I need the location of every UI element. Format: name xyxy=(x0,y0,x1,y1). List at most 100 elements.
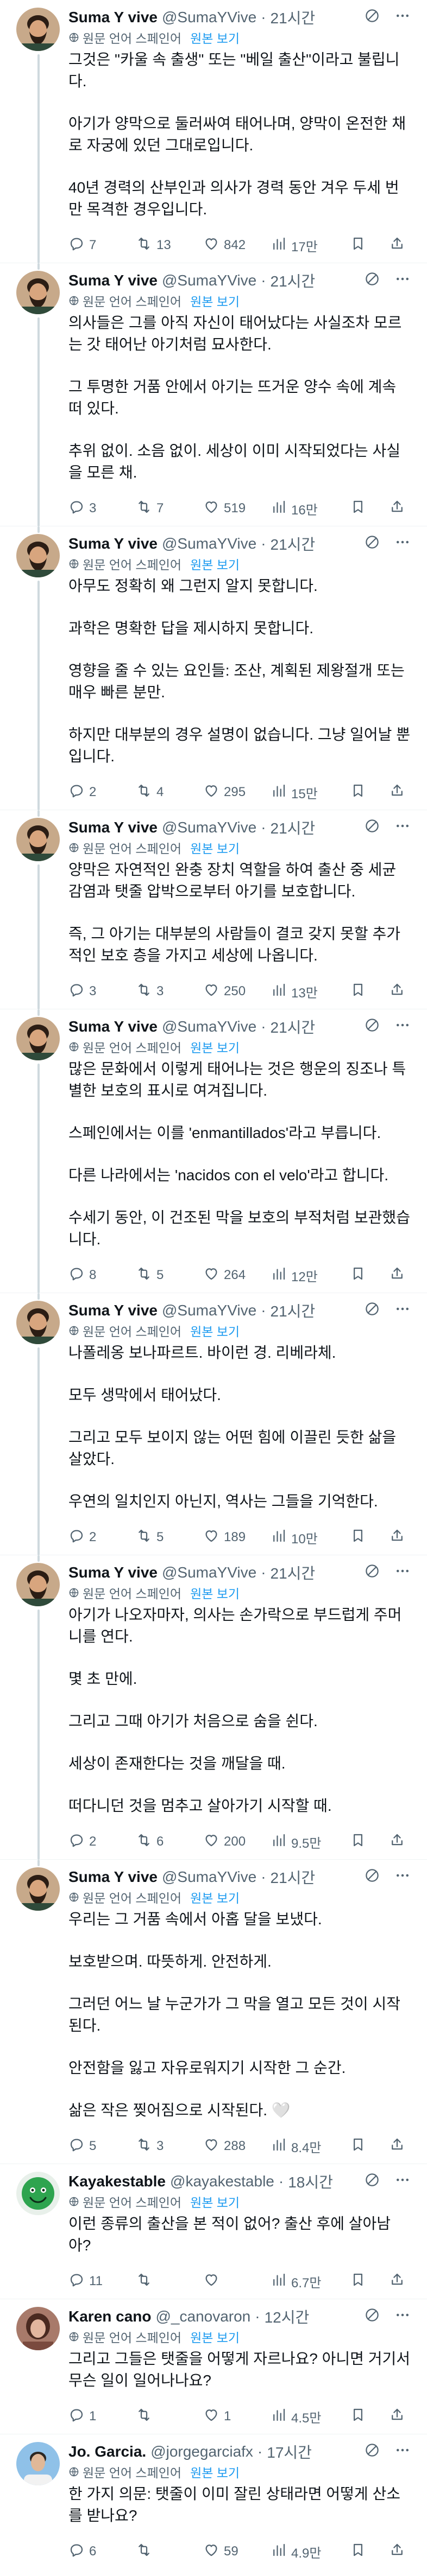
author-handle[interactable]: @SumaYVive xyxy=(162,9,256,26)
grok-icon[interactable] xyxy=(364,2442,380,2462)
grok-icon[interactable] xyxy=(364,2172,380,2192)
timestamp[interactable]: 21시간 xyxy=(271,7,316,28)
share-button[interactable] xyxy=(389,1528,405,1548)
grok-icon[interactable] xyxy=(364,1017,380,1037)
like-button[interactable]: 519 xyxy=(203,499,271,519)
show-original-link[interactable]: 원본 보기 xyxy=(190,291,240,310)
grok-icon[interactable] xyxy=(364,818,380,838)
timestamp[interactable]: 12시간 xyxy=(265,2306,310,2327)
like-button[interactable]: 59 xyxy=(203,2542,271,2562)
tweet[interactable]: Suma Y vive @SumaYVive · 21시간 원문 언어 스페인어 원본 보… xyxy=(0,263,427,526)
views-button[interactable]: 10만 xyxy=(271,1528,331,1548)
share-button[interactable] xyxy=(389,1265,405,1286)
more-icon[interactable] xyxy=(394,2172,411,2192)
retweet-button[interactable]: 13 xyxy=(136,236,203,256)
bookmark-button[interactable] xyxy=(350,2407,366,2427)
like-button[interactable]: 842 xyxy=(203,236,271,256)
views-button[interactable]: 12만 xyxy=(271,1265,331,1286)
retweet-button[interactable]: 4 xyxy=(136,783,203,803)
retweet-button[interactable]: 5 xyxy=(136,1528,203,1548)
avatar[interactable] xyxy=(16,8,60,51)
timestamp[interactable]: 21시간 xyxy=(271,1016,316,1038)
more-icon[interactable] xyxy=(394,1867,411,1887)
views-button[interactable]: 16만 xyxy=(271,499,331,519)
timestamp[interactable]: 21시간 xyxy=(271,270,316,291)
share-button[interactable] xyxy=(389,982,405,1002)
avatar[interactable] xyxy=(16,1017,60,1060)
author-name[interactable]: Suma Y vive xyxy=(68,535,158,552)
retweet-button[interactable] xyxy=(136,2542,203,2562)
timestamp[interactable]: 18시간 xyxy=(288,2171,333,2192)
timestamp[interactable]: 21시간 xyxy=(271,1562,316,1583)
author-handle[interactable]: @SumaYVive xyxy=(162,272,256,289)
show-original-link[interactable]: 원본 보기 xyxy=(190,838,240,857)
grok-icon[interactable] xyxy=(364,1867,380,1887)
reply-button[interactable]: 1 xyxy=(68,2407,136,2427)
avatar[interactable] xyxy=(16,2442,60,2485)
tweet[interactable]: Karen cano @_canovaron · 12시간 원문 언어 스페인어 원본 보… xyxy=(0,2299,427,2434)
more-icon[interactable] xyxy=(394,534,411,554)
bookmark-button[interactable] xyxy=(350,499,366,519)
views-button[interactable]: 15만 xyxy=(271,783,331,803)
views-button[interactable]: 6.7만 xyxy=(271,2272,331,2292)
grok-icon[interactable] xyxy=(364,534,380,554)
author-name[interactable]: Jo. Garcia. xyxy=(68,2443,146,2460)
views-button[interactable]: 13만 xyxy=(271,982,331,1002)
tweet[interactable]: Suma Y vive @SumaYVive · 21시간 원문 언어 스페인어 원본 보… xyxy=(0,1860,427,2164)
avatar[interactable] xyxy=(16,534,60,577)
author-handle[interactable]: @SumaYVive xyxy=(162,1564,256,1581)
show-original-link[interactable]: 원본 보기 xyxy=(190,2327,240,2346)
share-button[interactable] xyxy=(389,1832,405,1852)
like-button[interactable]: 189 xyxy=(203,1528,271,1548)
timestamp[interactable]: 17시간 xyxy=(267,2441,312,2463)
timestamp[interactable]: 21시간 xyxy=(271,1300,316,1321)
share-button[interactable] xyxy=(389,2272,405,2292)
reply-button[interactable]: 5 xyxy=(68,2136,136,2157)
share-button[interactable] xyxy=(389,499,405,519)
author-name[interactable]: Karen cano xyxy=(68,2308,152,2325)
views-button[interactable]: 4.9만 xyxy=(271,2542,331,2562)
reply-button[interactable]: 8 xyxy=(68,1265,136,1286)
views-button[interactable]: 8.4만 xyxy=(271,2136,331,2157)
author-name[interactable]: Suma Y vive xyxy=(68,819,158,836)
retweet-button[interactable]: 6 xyxy=(136,1832,203,1852)
like-button[interactable]: 1 xyxy=(203,2407,271,2427)
like-button[interactable]: 264 xyxy=(203,1265,271,1286)
show-original-link[interactable]: 원본 보기 xyxy=(190,28,240,47)
reply-button[interactable]: 6 xyxy=(68,2542,136,2562)
tweet[interactable]: Suma Y vive @SumaYVive · 21시간 원문 언어 스페인어 원본 보… xyxy=(0,526,427,810)
author-handle[interactable]: @jorgegarciafx xyxy=(150,2443,253,2460)
show-original-link[interactable]: 원본 보기 xyxy=(190,1888,240,1906)
timestamp[interactable]: 21시간 xyxy=(271,817,316,838)
avatar[interactable] xyxy=(16,1867,60,1911)
share-button[interactable] xyxy=(389,2407,405,2427)
grok-icon[interactable] xyxy=(364,8,380,28)
reply-button[interactable]: 11 xyxy=(68,2272,136,2292)
share-button[interactable] xyxy=(389,2542,405,2562)
avatar[interactable] xyxy=(16,2172,60,2215)
tweet[interactable]: Suma Y vive @SumaYVive · 21시간 원문 언어 스페인어 원본 보… xyxy=(0,0,427,263)
author-handle[interactable]: @SumaYVive xyxy=(162,1018,256,1035)
author-name[interactable]: Suma Y vive xyxy=(68,1564,158,1581)
like-button[interactable]: 295 xyxy=(203,783,271,803)
retweet-button[interactable] xyxy=(136,2407,203,2427)
show-original-link[interactable]: 원본 보기 xyxy=(190,2192,240,2211)
author-name[interactable]: Suma Y vive xyxy=(68,9,158,26)
show-original-link[interactable]: 원본 보기 xyxy=(190,1038,240,1056)
bookmark-button[interactable] xyxy=(350,1528,366,1548)
more-icon[interactable] xyxy=(394,2442,411,2462)
author-handle[interactable]: @SumaYVive xyxy=(162,535,256,552)
tweet[interactable]: Suma Y vive @SumaYVive · 21시간 원문 언어 스페인어 원본 보… xyxy=(0,1009,427,1293)
retweet-button[interactable]: 7 xyxy=(136,499,203,519)
grok-icon[interactable] xyxy=(364,1301,380,1321)
grok-icon[interactable] xyxy=(364,1563,380,1583)
tweet[interactable]: Suma Y vive @SumaYVive · 21시간 원문 언어 스페인어 원본 보… xyxy=(0,1293,427,1555)
author-name[interactable]: Suma Y vive xyxy=(68,272,158,289)
bookmark-button[interactable] xyxy=(350,982,366,1002)
author-handle[interactable]: @SumaYVive xyxy=(162,819,256,836)
tweet[interactable]: Suma Y vive @SumaYVive · 21시간 원문 언어 스페인어 원본 보… xyxy=(0,810,427,1009)
show-original-link[interactable]: 원본 보기 xyxy=(190,1321,240,1340)
avatar[interactable] xyxy=(16,818,60,861)
author-handle[interactable]: @SumaYVive xyxy=(162,1302,256,1319)
author-handle[interactable]: @kayakestable xyxy=(170,2173,274,2190)
